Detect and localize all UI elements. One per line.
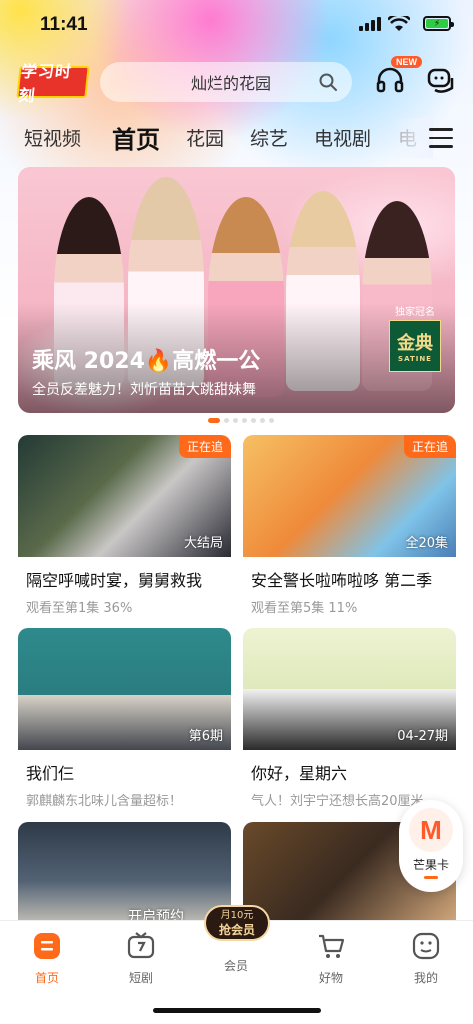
app-logo[interactable]: 学习时刻 <box>16 62 90 105</box>
following-badge: 正在追 <box>178 435 231 458</box>
search-placeholder: 灿烂的花园 <box>190 74 271 93</box>
status-time: 11:41 <box>40 14 88 35</box>
page-dot <box>242 418 247 423</box>
banner-title: 乘风 2024🔥高燃一公 <box>32 349 261 374</box>
page-dot <box>208 418 220 423</box>
new-badge: NEW <box>391 56 422 68</box>
tab-variety[interactable]: 综艺 <box>250 124 288 151</box>
cart-icon <box>319 934 345 958</box>
card-title: 你好，星期六 <box>251 764 348 783</box>
profile-icon <box>412 932 440 960</box>
video-card[interactable]: 开启预约 <box>18 822 231 920</box>
card-thumbnail: 第6期 <box>18 628 231 750</box>
tabs-fade <box>393 118 433 158</box>
nav-short-drama-label: 短剧 <box>128 971 153 985</box>
battery-icon: ⚡ <box>423 16 454 31</box>
card-progress: 观看至第5集 11% <box>251 601 358 616</box>
sponsor-logo: 独家冠名 金典 SATINE <box>387 303 443 372</box>
tv-icon <box>127 932 155 959</box>
nav-home-label: 首页 <box>34 971 59 985</box>
nav-profile[interactable]: 我的 <box>396 931 456 986</box>
nav-shop[interactable]: 好物 <box>301 931 361 986</box>
nav-shop-label: 好物 <box>318 971 343 985</box>
message-icon[interactable] <box>426 66 456 96</box>
page-dot <box>269 418 274 423</box>
page-dot <box>233 418 238 423</box>
nav-short-drama[interactable]: 短剧 <box>111 931 171 986</box>
episode-label: 大结局 <box>183 536 223 551</box>
mango-card-label: 芒果卡 <box>412 858 449 872</box>
banner-subtitle: 全员反差魅力！刘忻苗苗大跳甜妹舞 <box>32 382 256 398</box>
banner-pagination <box>208 418 274 423</box>
sponsor-brand: 金典 <box>397 333 433 354</box>
hero-banner[interactable]: 乘风 2024🔥高燃一公 全员反差魅力！刘忻苗苗大跳甜妹舞 独家冠名 金典 SA… <box>18 167 455 413</box>
tab-garden[interactable]: 花园 <box>186 124 224 151</box>
mango-logo-icon: M <box>409 808 453 852</box>
card-title: 我们仨 <box>26 764 75 783</box>
video-card[interactable]: 正在追 大结局 隔空呼喊时宴，舅舅救我 观看至第1集 36% <box>18 435 231 616</box>
page-dot <box>224 418 229 423</box>
card-thumbnail: 正在追 全20集 <box>243 435 456 557</box>
video-card[interactable]: 第6期 我们仨 郭麒麟东北味儿含量超标！ <box>18 628 231 809</box>
mango-indicator <box>424 876 438 879</box>
card-title: 隔空呼喊时宴，舅舅救我 <box>26 571 203 590</box>
following-badge: 正在追 <box>403 435 456 458</box>
home-indicator <box>153 1008 321 1013</box>
page-dot <box>251 418 256 423</box>
signal-icon <box>359 17 381 31</box>
card-thumbnail: 开启预约 <box>18 822 231 920</box>
search-bar[interactable]: 灿烂的花园 <box>100 62 352 102</box>
sponsor-brand-en: SATINE <box>398 355 432 363</box>
nav-home[interactable]: 首页 <box>17 931 77 986</box>
vip-cta: 抢会员 <box>218 923 255 937</box>
card-subtitle: 郭麒麟东北味儿含量超标！ <box>26 794 183 809</box>
home-icon <box>34 933 60 959</box>
wifi-icon <box>388 16 410 31</box>
card-thumbnail: 04-27期 <box>243 628 456 750</box>
status-bar: 11:41 ⚡ <box>0 0 473 50</box>
menu-icon[interactable] <box>429 128 453 148</box>
page-dot <box>260 418 265 423</box>
tab-short-video[interactable]: 短视频 <box>24 124 81 151</box>
episode-label: 04-27期 <box>397 729 448 744</box>
nav-vip-label: 会员 <box>223 959 248 973</box>
nav-profile-label: 我的 <box>413 971 438 985</box>
mango-card-button[interactable]: M 芒果卡 <box>399 800 463 892</box>
video-card[interactable]: 正在追 全20集 安全警长啦咘啦哆 第二季 观看至第5集 11% <box>243 435 456 616</box>
card-title: 安全警长啦咘啦哆 第二季 <box>251 571 433 590</box>
tab-tv-drama[interactable]: 电视剧 <box>314 124 371 151</box>
sponsor-label: 独家冠名 <box>395 307 435 318</box>
nav-vip[interactable]: 会员 <box>206 953 266 974</box>
vip-promo-badge[interactable]: 月10元 抢会员 <box>204 905 270 941</box>
episode-label: 全20集 <box>405 536 448 551</box>
episode-label: 第6期 <box>188 729 223 744</box>
card-overlay-text: 开启预约 <box>128 909 184 920</box>
search-icon <box>319 73 337 91</box>
vip-price: 月10元 <box>220 910 254 921</box>
category-tabs: 短视频 首页 花园 综艺 电视剧 电 <box>0 118 473 160</box>
video-card[interactable]: 04-27期 你好，星期六 气人！刘宇宁还想长高20厘米 <box>243 628 456 809</box>
headphone-icon[interactable] <box>374 64 406 96</box>
top-header: 学习时刻 灿烂的花园 NEW <box>0 56 473 106</box>
card-progress: 观看至第1集 36% <box>26 601 133 616</box>
tab-home[interactable]: 首页 <box>112 120 160 155</box>
card-thumbnail: 正在追 大结局 <box>18 435 231 557</box>
